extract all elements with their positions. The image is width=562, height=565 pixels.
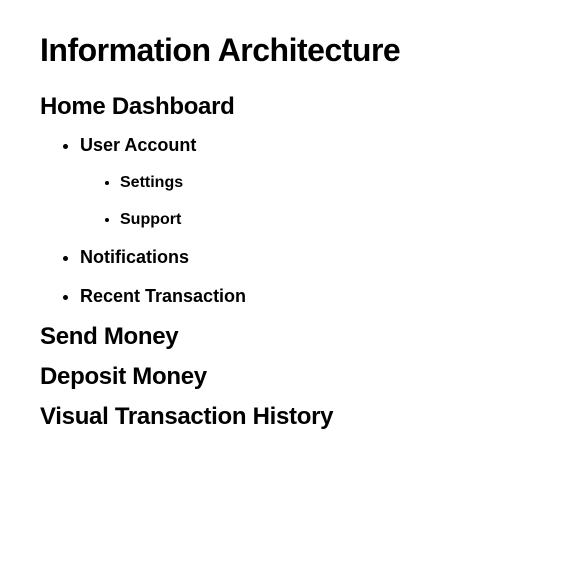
list-item: User Account Settings Support bbox=[80, 133, 522, 231]
section-heading-deposit: Deposit Money bbox=[40, 363, 522, 391]
page-title: Information Architecture bbox=[40, 32, 522, 69]
list-item: Recent Transaction bbox=[80, 284, 522, 309]
list-item-label: User Account bbox=[80, 135, 196, 155]
list-item-label: Settings bbox=[120, 174, 183, 191]
list-item: Support bbox=[120, 209, 522, 231]
list-item-label: Recent Transaction bbox=[80, 286, 246, 306]
list-item: Notifications bbox=[80, 245, 522, 270]
home-list: User Account Settings Support Notificati… bbox=[40, 133, 522, 309]
section-heading-send: Send Money bbox=[40, 323, 522, 351]
sub-list: Settings Support bbox=[80, 172, 522, 231]
section-heading-history: Visual Transaction History bbox=[40, 403, 522, 431]
section-heading-home: Home Dashboard bbox=[40, 93, 522, 121]
list-item: Settings bbox=[120, 172, 522, 194]
list-item-label: Support bbox=[120, 211, 181, 228]
list-item-label: Notifications bbox=[80, 247, 189, 267]
